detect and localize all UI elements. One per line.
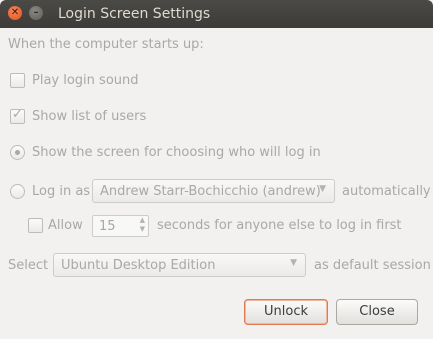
seconds-spinner[interactable]: 15 ▲ ▼ — [92, 215, 149, 237]
session-prefix: Select — [8, 258, 49, 273]
spinner-arrows-icon[interactable]: ▲ ▼ — [140, 216, 145, 234]
checkmark-icon: ✓ — [12, 107, 23, 122]
allow-checkbox[interactable] — [28, 218, 43, 233]
play-login-sound-checkbox[interactable] — [10, 73, 25, 88]
seconds-suffix: seconds for anyone else to log in first — [157, 218, 402, 233]
login-as-radio[interactable] — [10, 184, 25, 199]
close-button[interactable]: Close — [336, 299, 418, 325]
chevron-down-icon: ▼ — [319, 184, 326, 194]
show-choose-screen-label: Show the screen for choosing who will lo… — [32, 145, 321, 160]
minimize-window-button[interactable]: – — [29, 6, 43, 20]
user-combo-value: Andrew Starr-Bochicchio (andrew) — [100, 184, 321, 199]
allow-label: Allow — [48, 218, 83, 233]
window-title: Login Screen Settings — [58, 6, 211, 22]
session-combo[interactable]: Ubuntu Desktop Edition ▼ — [53, 253, 306, 277]
chevron-down-icon: ▼ — [290, 258, 297, 268]
show-list-of-users-checkbox[interactable]: ✓ — [10, 107, 25, 124]
login-as-label: Log in as — [32, 184, 91, 199]
title-bar: ✕ – Login Screen Settings — [0, 0, 433, 28]
unlock-button[interactable]: Unlock — [244, 299, 328, 325]
close-window-button[interactable]: ✕ — [8, 6, 22, 20]
play-login-sound-label: Play login sound — [32, 73, 139, 88]
show-choose-screen-radio[interactable] — [10, 145, 25, 160]
show-list-of-users-label: Show list of users — [32, 109, 147, 124]
session-combo-value: Ubuntu Desktop Edition — [61, 258, 216, 273]
login-settings-window: ✕ – Login Screen Settings When the compu… — [0, 0, 433, 339]
seconds-value: 15 — [99, 219, 116, 234]
session-suffix: as default session — [314, 258, 431, 273]
section-label: When the computer starts up: — [8, 37, 204, 52]
radio-selected-dot — [15, 150, 20, 155]
user-combo[interactable]: Andrew Starr-Bochicchio (andrew) ▼ — [92, 179, 335, 203]
login-as-suffix: automatically — [342, 184, 431, 199]
